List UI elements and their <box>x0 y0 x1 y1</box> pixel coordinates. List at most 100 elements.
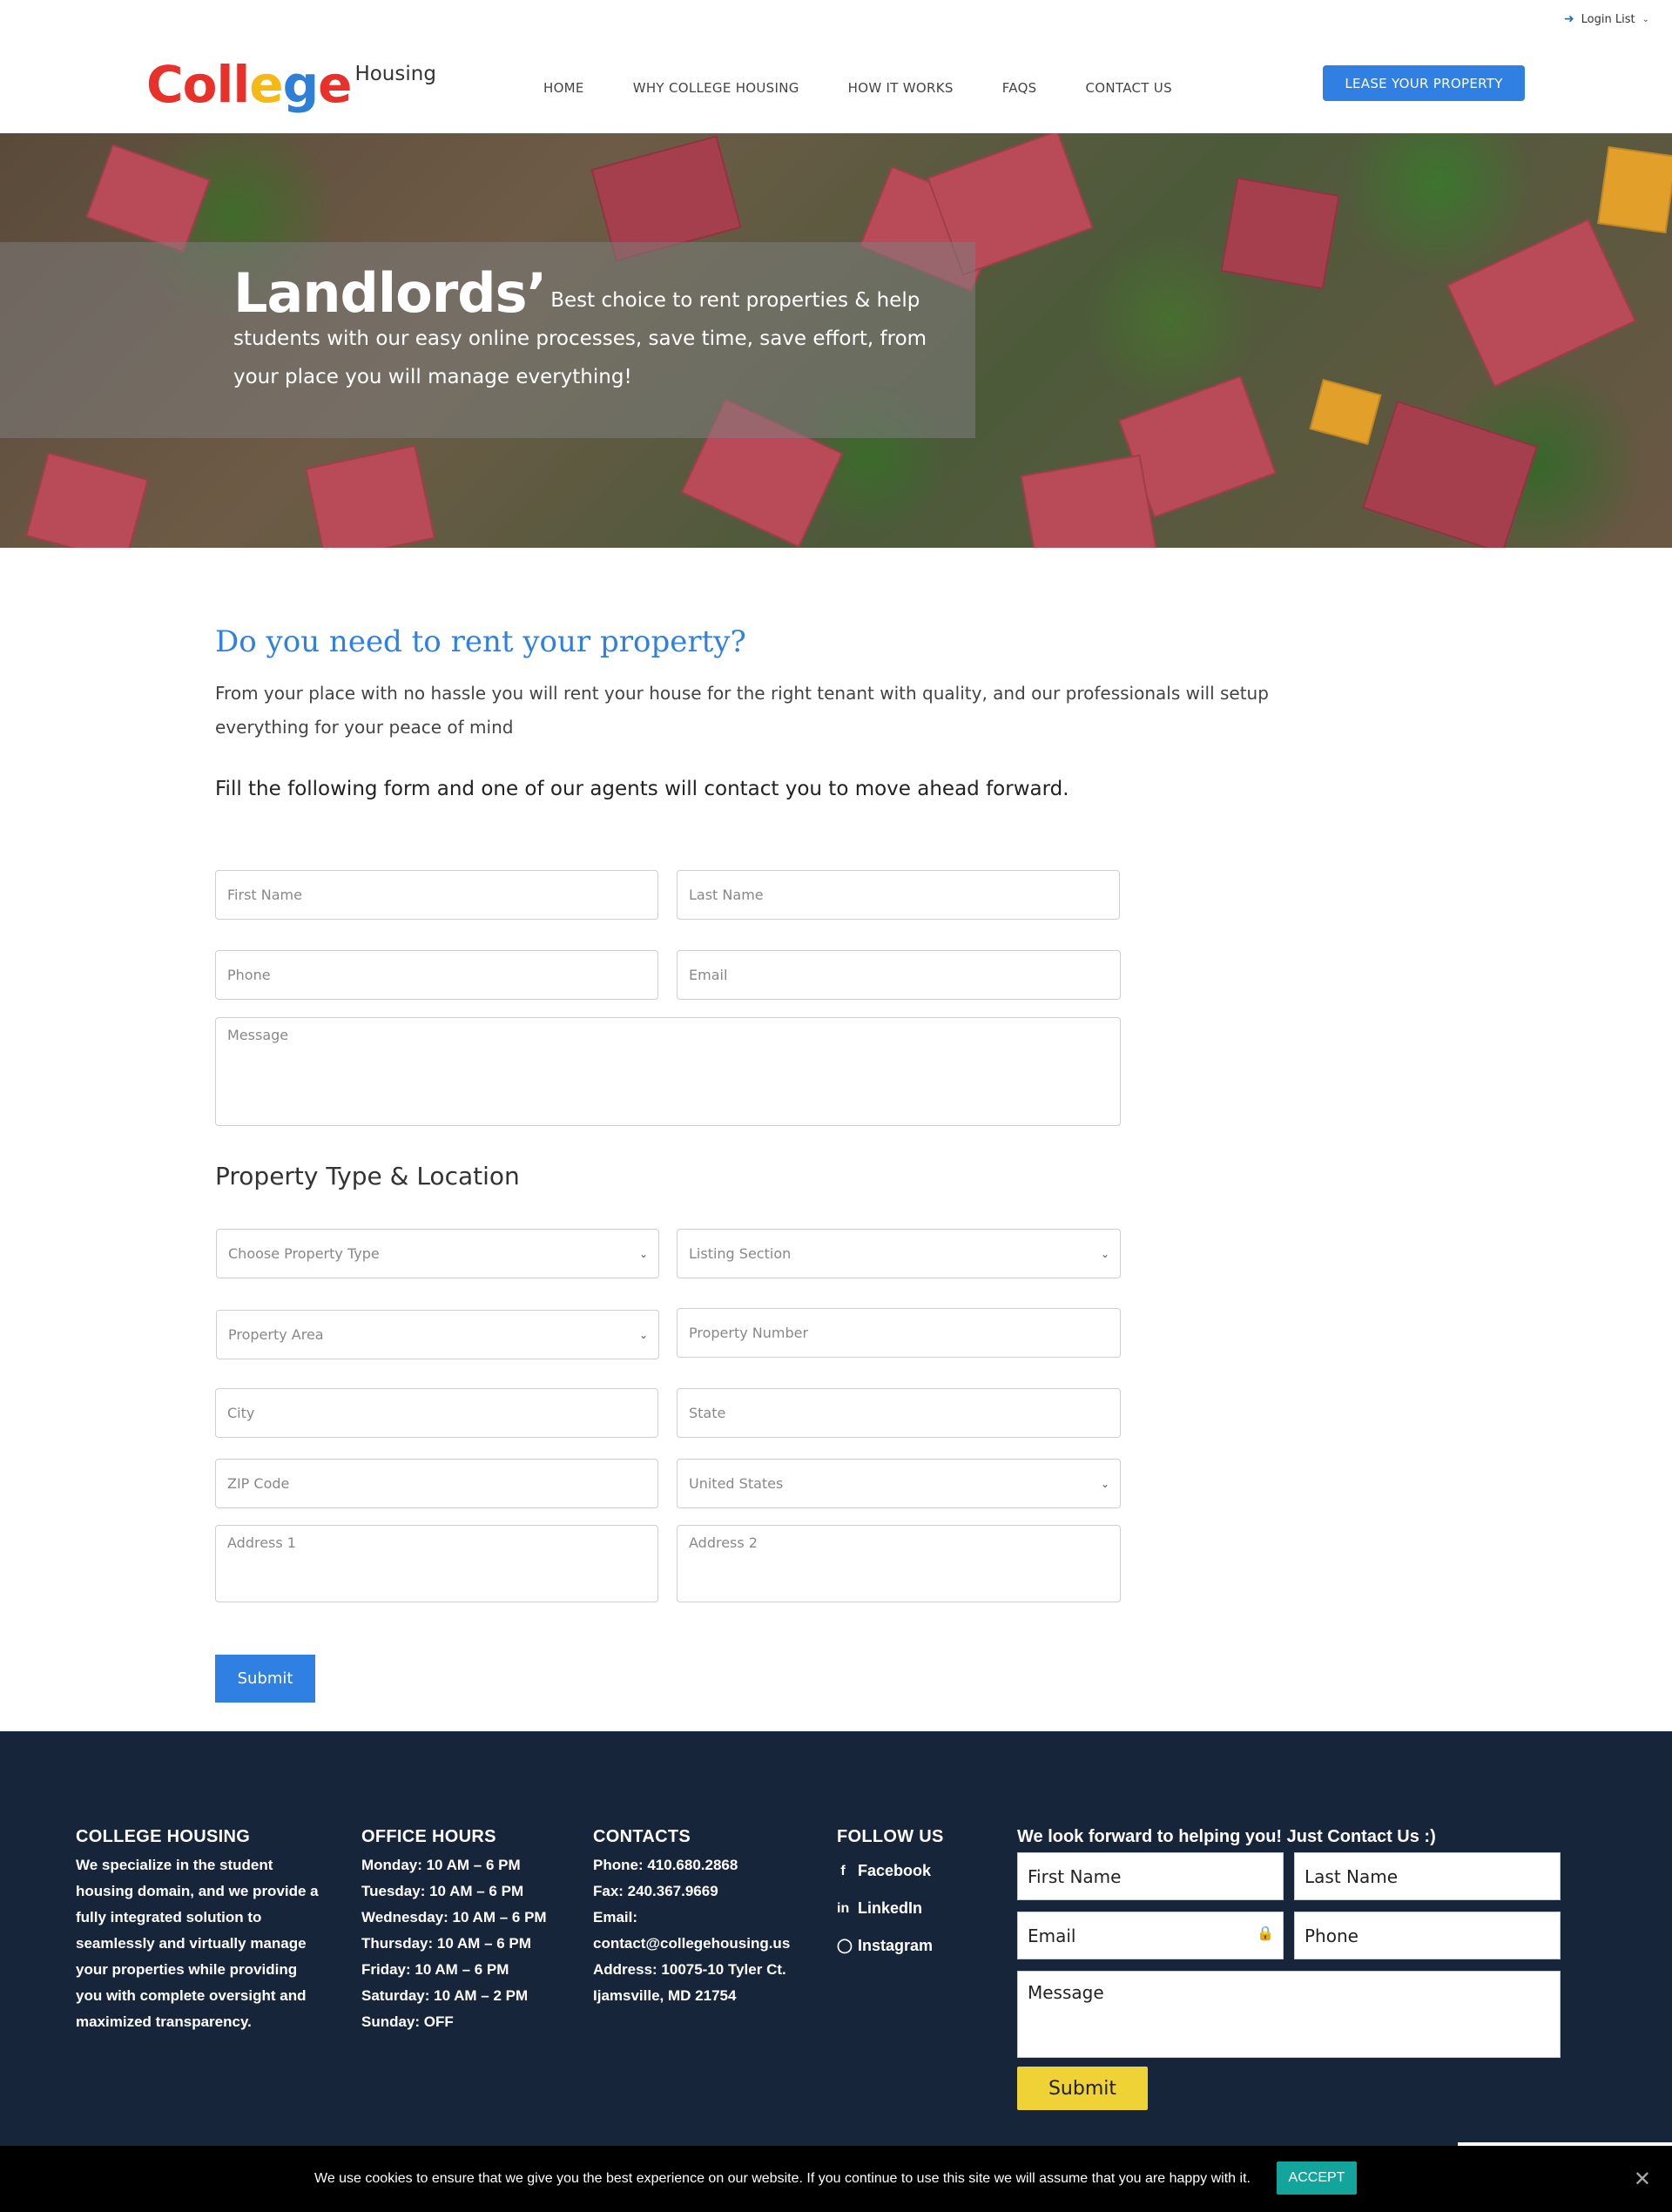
footer-message-field[interactable]: Message <box>1017 1971 1561 2058</box>
footer-about-title: COLLEGE HOUSING <box>76 1827 251 1846</box>
cookie-text: We use cookies to ensure that we give yo… <box>314 2171 1251 2186</box>
social-linkedin[interactable]: in LinkedIn <box>837 1890 1011 1927</box>
footer-about-text: We specialize in the student housing dom… <box>76 1857 319 2030</box>
property-area-select[interactable]: Property Area ⌄ <box>216 1310 659 1359</box>
social-label: Facebook <box>858 1862 932 1879</box>
field-placeholder: First Name <box>227 887 302 903</box>
site-header: C o l l e g e Housing HOME WHY COLLEGE H… <box>0 0 1672 133</box>
field-placeholder: Last Name <box>689 887 764 903</box>
contact-address-city: Ijamsville, MD 21754 <box>593 1987 737 2004</box>
social-instagram[interactable]: ◯ Instagram <box>837 1927 1011 1965</box>
city-field[interactable]: City <box>215 1388 658 1438</box>
field-placeholder: Message <box>1028 1982 1104 2003</box>
chevron-down-icon: ⌄ <box>638 1328 648 1341</box>
logo-subtitle: Housing <box>354 63 436 85</box>
footer-email-field[interactable]: Email 🔒 <box>1017 1912 1284 1959</box>
close-icon[interactable]: ✕ <box>1634 2167 1651 2192</box>
state-field[interactable]: State <box>677 1388 1121 1438</box>
hero-title: Landlords’ <box>233 261 547 325</box>
social-facebook[interactable]: f Facebook <box>837 1852 1011 1890</box>
zip-code-field[interactable]: ZIP Code <box>215 1459 658 1508</box>
logo-letter: l <box>216 55 233 114</box>
roof-decor <box>1362 400 1538 548</box>
linkedin-icon: in <box>837 1901 850 1916</box>
cookie-accept-button[interactable]: ACCEPT <box>1277 2161 1357 2195</box>
roof-decor <box>85 144 211 253</box>
logo-letter: l <box>233 55 250 114</box>
logo-letter: o <box>182 55 218 114</box>
footer-follow: FOLLOW US f Facebook in LinkedIn ◯ Instagra… <box>837 1827 1011 1965</box>
phone-field[interactable]: Phone <box>215 950 658 1000</box>
lease-property-button[interactable]: LEASE YOUR PROPERTY <box>1323 65 1525 101</box>
roof-decor <box>1597 145 1672 234</box>
last-name-field[interactable]: Last Name <box>677 870 1120 920</box>
field-placeholder: First Name <box>1028 1865 1122 1887</box>
footer-last-name-field[interactable]: Last Name <box>1294 1852 1561 1900</box>
nav-why-college-housing[interactable]: WHY COLLEGE HOUSING <box>633 80 799 96</box>
first-name-field[interactable]: First Name <box>215 870 658 920</box>
roof-decor <box>304 444 436 548</box>
cookie-banner: We use cookies to ensure that we give yo… <box>0 2146 1672 2212</box>
main-nav: HOME WHY COLLEGE HOUSING HOW IT WORKS FA… <box>543 80 1221 96</box>
address1-field[interactable]: Address 1 <box>215 1525 658 1602</box>
field-placeholder: State <box>689 1405 726 1421</box>
chevron-down-icon: ⌄ <box>1642 14 1649 24</box>
nav-how-it-works[interactable]: HOW IT WORKS <box>848 80 954 96</box>
login-list-menu[interactable]: ➜ Login List ⌄ <box>1564 12 1649 26</box>
footer-submit-button[interactable]: Submit <box>1017 2067 1148 2110</box>
address2-field[interactable]: Address 2 <box>677 1525 1121 1602</box>
nav-contact-us[interactable]: CONTACT US <box>1086 80 1172 96</box>
hours-item: Saturday: 10 AM – 2 PM <box>361 1987 529 2004</box>
footer-hours-title: OFFICE HOURS <box>361 1827 496 1846</box>
field-placeholder: Address 2 <box>689 1534 758 1551</box>
field-placeholder: Last Name <box>1305 1865 1399 1887</box>
logo-letter: e <box>249 55 283 114</box>
footer-phone-field[interactable]: Phone <box>1294 1912 1561 1959</box>
listing-section-select[interactable]: Listing Section ⌄ <box>677 1229 1121 1278</box>
select-value: Listing Section <box>689 1245 792 1262</box>
contact-fax: Fax: 240.367.9669 <box>593 1883 718 1899</box>
footer-first-name-field[interactable]: First Name <box>1017 1852 1284 1900</box>
footer-contacts: CONTACTS Phone: 410.680.2868 Fax: 240.36… <box>593 1827 819 2009</box>
footer-form-title: We look forward to helping you! Just Con… <box>1017 1827 1436 1846</box>
social-label: Instagram <box>858 1937 934 1954</box>
contact-email-link[interactable]: contact@collegehousing.us <box>593 1931 819 1957</box>
contact-address: Address: 10075-10 Tyler Ct. <box>593 1961 786 1978</box>
field-placeholder: Message <box>227 1027 289 1043</box>
select-value: Choose Property Type <box>228 1245 380 1262</box>
field-placeholder: Email <box>689 967 728 983</box>
logo-letter: C <box>146 55 184 114</box>
password-manager-icon[interactable]: 🔒 <box>1257 1925 1274 1941</box>
hours-item: Monday: 10 AM – 6 PM <box>361 1857 521 1873</box>
logo-letter: g <box>282 55 320 114</box>
page-title: Do you need to rent your property? <box>215 624 746 659</box>
property-number-field[interactable]: Property Number <box>677 1308 1121 1358</box>
footer-contacts-title: CONTACTS <box>593 1827 691 1846</box>
hero-heading: Landlords’ Best choice to rent propertie… <box>233 266 930 397</box>
property-type-select[interactable]: Choose Property Type ⌄ <box>216 1229 659 1278</box>
message-field[interactable]: Message <box>215 1017 1121 1126</box>
roof-decor <box>1309 378 1382 446</box>
logo[interactable]: C o l l e g e Housing <box>146 54 436 115</box>
submit-button[interactable]: Submit <box>215 1655 315 1703</box>
intro-text: From your place with no hassle you will … <box>215 683 1269 738</box>
select-value: Property Area <box>228 1326 324 1343</box>
form-instruction: Fill the following form and one of our a… <box>215 778 1069 800</box>
email-field[interactable]: Email <box>677 950 1121 1000</box>
contact-phone: Phone: 410.680.2868 <box>593 1857 738 1873</box>
roof-decor <box>1020 454 1157 548</box>
facebook-icon: f <box>840 1864 846 1878</box>
select-value: United States <box>689 1475 784 1492</box>
field-placeholder: Address 1 <box>227 1534 296 1551</box>
footer-about: COLLEGE HOUSING We specialize in the stu… <box>76 1827 320 2035</box>
field-placeholder: ZIP Code <box>227 1475 290 1492</box>
country-select[interactable]: United States ⌄ <box>677 1459 1121 1508</box>
nav-faqs[interactable]: FAQS <box>1002 80 1037 96</box>
field-placeholder: Property Number <box>689 1325 809 1341</box>
login-icon: ➜ <box>1563 12 1574 26</box>
field-placeholder: Phone <box>1305 1925 1358 1946</box>
nav-home[interactable]: HOME <box>543 80 584 96</box>
instagram-icon: ◯ <box>837 1939 853 1953</box>
footer-follow-title: FOLLOW US <box>837 1827 944 1846</box>
field-placeholder: Phone <box>227 967 271 983</box>
